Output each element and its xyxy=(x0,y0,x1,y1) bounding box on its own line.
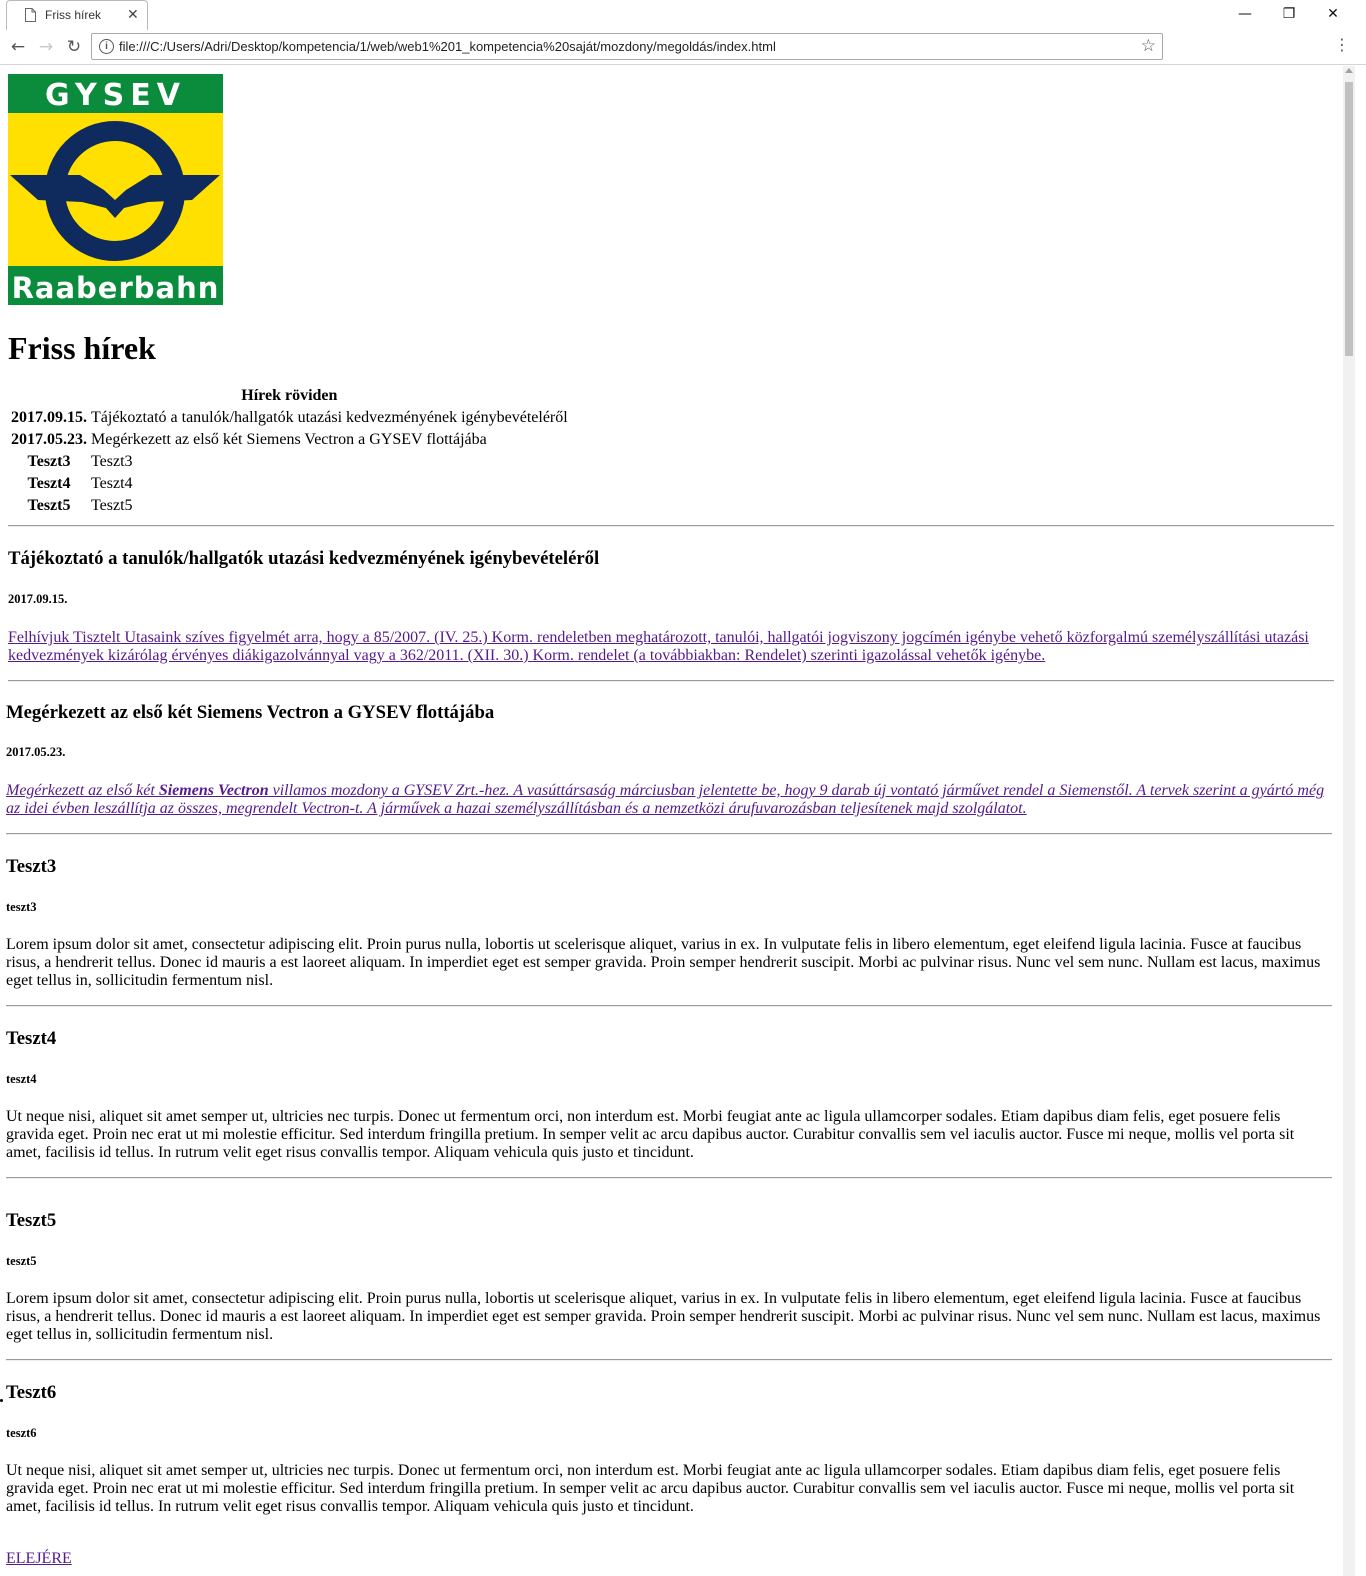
table-row: Teszt4 Teszt4 xyxy=(10,474,569,494)
article-date: 2017.05.23. xyxy=(6,745,66,759)
table-row-value: Tájékoztató a tanulók/hallgatók utazási … xyxy=(91,409,568,426)
browser-tab[interactable]: Friss hírek ✕ xyxy=(6,0,148,30)
table-row: Teszt3 Teszt3 xyxy=(10,452,569,472)
article-date: teszt6 xyxy=(6,1426,37,1440)
table-row: Teszt5 Teszt5 xyxy=(10,496,569,516)
divider xyxy=(8,680,1334,682)
table-row-key: 2017.05.23. xyxy=(11,431,87,448)
divider xyxy=(8,525,1334,527)
window-close-button[interactable]: ✕ xyxy=(1310,0,1356,28)
divider xyxy=(6,1359,1332,1361)
browser-menu-icon[interactable]: ⋮ xyxy=(1334,35,1350,54)
url-text[interactable]: file:///C:/Users/Adri/Desktop/kompetenci… xyxy=(119,39,776,54)
article-title: Teszt5 xyxy=(6,1210,57,1231)
document-icon xyxy=(25,8,36,22)
table-row-value: Teszt5 xyxy=(91,497,133,514)
back-arrow-icon[interactable]: ← xyxy=(6,35,30,59)
article-title: Megérkezett az első két Siemens Vectron … xyxy=(6,702,495,723)
table-row-value: Teszt3 xyxy=(91,453,133,470)
article-link-bold: Siemens Vectron xyxy=(158,782,269,799)
gysev-logo: GYSEV Raaberbahn xyxy=(8,74,223,305)
news-summary-table: Hírek röviden 2017.09.15. Tájékoztató a … xyxy=(8,387,571,518)
reload-icon[interactable]: ↻ xyxy=(62,35,86,59)
address-bar[interactable]: i file:///C:/Users/Adri/Desktop/kompeten… xyxy=(91,33,1163,60)
article-date: 2017.09.15. xyxy=(8,592,68,606)
scroll-up-arrow-icon[interactable] xyxy=(1345,68,1353,73)
article-link-text: Megérkezett az első két xyxy=(6,782,159,799)
browser-toolbar: ← → ↻ i file:///C:/Users/Adri/Desktop/ko… xyxy=(0,30,1366,65)
article-body: Lorem ipsum dolor sit amet, consectetur … xyxy=(6,936,1321,989)
stray-dot xyxy=(0,1399,3,1402)
article-link[interactable]: Megérkezett az első két Siemens Vectron … xyxy=(6,782,1332,818)
table-row: 2017.05.23. Megérkezett az első két Siem… xyxy=(10,430,569,450)
back-to-top-link[interactable]: ELEJÉRE xyxy=(6,1550,72,1568)
article-body: Lorem ipsum dolor sit amet, consectetur … xyxy=(6,1290,1321,1343)
page-title: Friss hírek xyxy=(8,330,156,366)
article-title: Teszt3 xyxy=(6,856,57,877)
logo-bottom-text: Raaberbahn xyxy=(12,271,220,305)
article-date: teszt3 xyxy=(6,900,37,914)
table-row-key: Teszt5 xyxy=(27,497,71,514)
tab-close-icon[interactable]: ✕ xyxy=(127,6,139,24)
table-row-key: Teszt4 xyxy=(27,475,71,492)
article-link[interactable]: Felhívjuk Tisztelt Utasaink szíves figye… xyxy=(8,629,1334,665)
article-title: Tájékoztató a tanulók/hallgatók utazási … xyxy=(8,548,600,569)
bookmark-star-icon[interactable]: ☆ xyxy=(1141,36,1156,56)
article-link-line: kedvezmények kizárólag érvényes diákigaz… xyxy=(8,647,1046,664)
page-content: GYSEV Raaberbahn Friss hírek Hírek rövid… xyxy=(0,66,1343,1576)
window-minimize-button[interactable]: — xyxy=(1222,0,1268,28)
article-title: Teszt4 xyxy=(6,1028,57,1049)
table-row-key: Teszt3 xyxy=(27,453,71,470)
tab-strip: Friss hírek ✕ — ❐ ✕ xyxy=(0,0,1366,30)
table-row-key: 2017.09.15. xyxy=(11,409,87,426)
article-title: Teszt6 xyxy=(6,1382,57,1403)
divider xyxy=(6,1005,1332,1007)
table-row-value: Megérkezett az első két Siemens Vectron … xyxy=(91,431,487,448)
tab-title: Friss hírek xyxy=(45,8,102,22)
article-date: teszt5 xyxy=(6,1254,37,1268)
article-date: teszt4 xyxy=(6,1072,37,1086)
article-link-line: Felhívjuk Tisztelt Utasaink szíves figye… xyxy=(8,629,1309,646)
logo-top-text: GYSEV xyxy=(45,78,186,113)
article-link-line: az idei évben leszállítja az összes, meg… xyxy=(6,800,1027,817)
forward-arrow-icon[interactable]: → xyxy=(34,35,58,59)
article-body: Ut neque nisi, aliquet sit amet semper u… xyxy=(6,1108,1295,1161)
divider xyxy=(6,833,1332,835)
article-body: Ut neque nisi, aliquet sit amet semper u… xyxy=(6,1462,1295,1515)
divider xyxy=(6,1177,1332,1179)
scrollbar-thumb[interactable] xyxy=(1345,82,1353,356)
article-link-text: villamos mozdony a GYSEV Zrt.-hez. A vas… xyxy=(268,782,1325,799)
window-maximize-button[interactable]: ❐ xyxy=(1266,0,1312,28)
table-caption: Hírek röviden xyxy=(241,387,338,404)
table-row: 2017.09.15. Tájékoztató a tanulók/hallga… xyxy=(10,408,569,428)
info-icon[interactable]: i xyxy=(99,39,114,54)
table-row-value: Teszt4 xyxy=(91,475,133,492)
vertical-scrollbar[interactable] xyxy=(1343,66,1355,1576)
